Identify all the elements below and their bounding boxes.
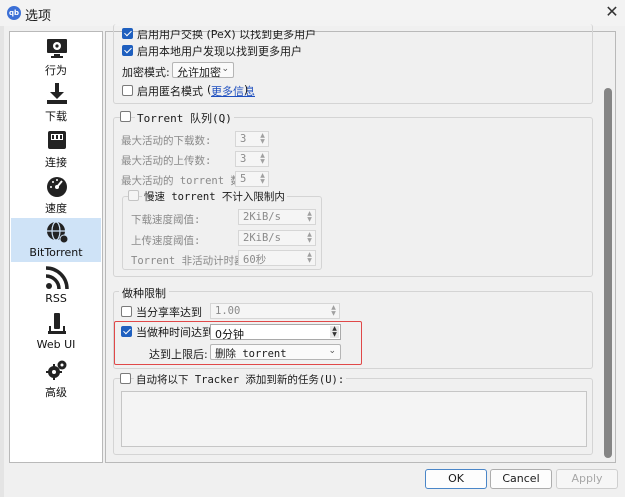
apply-button[interactable]: Apply (556, 469, 618, 489)
sidebar-item-speed[interactable]: 速度 (11, 172, 101, 216)
lsd-label: 启用本地用户发现以找到更多用户 (137, 45, 302, 58)
ratio-limit-checkbox[interactable] (121, 306, 132, 317)
close-icon[interactable]: ✕ (603, 3, 621, 21)
encryption-label: 加密模式: (122, 66, 170, 79)
highlight-box (114, 321, 362, 365)
max-downloads-label: 最大活动的下载数: (121, 135, 212, 147)
rss-icon (45, 266, 69, 290)
sidebar-item-label: 连接 (45, 156, 67, 169)
sidebar-item-label: Web UI (36, 338, 76, 351)
download-threshold-value: 2KiB/s (243, 211, 281, 223)
sidebar-item-label: RSS (45, 292, 67, 305)
ratio-limit-spinbox[interactable]: 1.00 ▲ ▼ (210, 303, 340, 319)
spinner-arrows-icon[interactable]: ▲ ▼ (305, 232, 314, 244)
max-downloads-spinbox[interactable]: 3 ▲ ▼ (235, 131, 269, 147)
download-threshold-label: 下载速度阈值: (131, 214, 201, 226)
scrollbar-thumb[interactable] (604, 88, 612, 458)
torrent-queue-checkbox[interactable] (120, 111, 131, 122)
network-icon (48, 131, 66, 149)
torrent-queue-title: Torrent 队列(Q) (135, 110, 234, 126)
spinner-arrows-icon[interactable]: ▲ ▼ (258, 133, 267, 145)
inactive-timer-label: Torrent 非活动计时器: (131, 255, 251, 267)
sidebar-item-rss[interactable]: RSS (11, 264, 101, 308)
sidebar-item-label: 高级 (45, 386, 67, 399)
add-trackers-label: 自动将以下 Tracker 添加到新的任务(U): (134, 372, 347, 387)
tracker-list-textarea[interactable] (121, 391, 587, 447)
sidebar-item-bittorrent[interactable]: BitTorrent (11, 218, 101, 262)
chevron-down-icon: ⌄ (221, 64, 229, 74)
max-uploads-label: 最大活动的上传数: (121, 155, 212, 167)
sidebar-item-downloads[interactable]: 下载 (11, 80, 101, 124)
pex-checkbox[interactable] (122, 28, 133, 39)
anonymous-mode-label: 启用匿名模式 (137, 85, 203, 98)
slow-torrents-checkbox[interactable] (128, 190, 139, 201)
inactive-timer-spinbox[interactable]: 60秒 ▲ ▼ (238, 250, 316, 266)
max-torrents-value: 5 (240, 173, 247, 185)
sidebar-item-advanced[interactable]: 高级 (11, 356, 101, 400)
sidebar: 行为 下载 连接 速度 BitTorrent RSS Web UI 高级 (9, 31, 103, 463)
encryption-value: 允许加密 (177, 66, 221, 79)
spinner-arrows-icon[interactable]: ▲ ▼ (305, 211, 314, 223)
add-trackers-checkbox[interactable] (120, 373, 131, 384)
max-torrents-label: 最大活动的 torrent 数: (121, 175, 248, 187)
inactive-timer-value: 60秒 (243, 254, 267, 266)
spinner-arrows-icon[interactable]: ▲ ▼ (305, 252, 314, 264)
bittorrent-globe-icon (47, 221, 69, 244)
cancel-button[interactable]: Cancel (490, 469, 552, 489)
sidebar-item-label: 速度 (45, 202, 67, 215)
upload-threshold-spinbox[interactable]: 2KiB/s ▲ ▼ (238, 230, 316, 246)
encryption-select[interactable]: 允许加密 ⌄ (172, 62, 234, 79)
ratio-limit-label: 当分享率达到 (136, 306, 202, 319)
max-downloads-value: 3 (240, 133, 247, 145)
spinner-arrows-icon[interactable]: ▲ ▼ (258, 153, 267, 165)
more-info-link[interactable]: 更多信息 (211, 83, 255, 99)
ok-button[interactable]: OK (425, 469, 487, 489)
ratio-limit-value: 1.00 (215, 305, 241, 317)
gears-icon (46, 360, 67, 380)
slow-torrents-title: 慢速 torrent 不计入限制内 (142, 189, 287, 204)
sidebar-item-label: 下载 (45, 110, 67, 123)
max-torrents-spinbox[interactable]: 5 ▲ ▼ (235, 171, 269, 187)
sidebar-item-behavior[interactable]: 行为 (11, 34, 101, 78)
window-title: 选项 (25, 9, 52, 24)
upload-threshold-label: 上传速度阈值: (131, 235, 201, 247)
max-uploads-spinbox[interactable]: 3 ▲ ▼ (235, 151, 269, 167)
spinner-arrows-icon[interactable]: ▲ ▼ (329, 305, 338, 317)
spinner-arrows-icon[interactable]: ▲ ▼ (258, 173, 267, 185)
upload-threshold-value: 2KiB/s (243, 232, 281, 244)
web-ui-icon (48, 313, 66, 334)
background-strip (0, 26, 4, 497)
lsd-checkbox[interactable] (122, 45, 133, 56)
app-icon: qb (7, 6, 21, 20)
anonymous-mode-checkbox[interactable] (122, 85, 133, 96)
download-icon (47, 83, 67, 104)
seeding-limits-title: 做种限制 (119, 285, 169, 301)
sidebar-item-connection[interactable]: 连接 (11, 126, 101, 170)
sidebar-item-label: 行为 (45, 64, 67, 77)
speedometer-icon (47, 177, 67, 197)
max-uploads-value: 3 (240, 153, 247, 165)
monitor-gear-icon (47, 39, 67, 58)
more-info-close-paren: ) (244, 83, 249, 96)
download-threshold-spinbox[interactable]: 2KiB/s ▲ ▼ (238, 209, 316, 225)
sidebar-item-label: BitTorrent (29, 246, 83, 259)
sidebar-item-web-ui[interactable]: Web UI (11, 310, 101, 354)
title-bar (0, 0, 625, 26)
